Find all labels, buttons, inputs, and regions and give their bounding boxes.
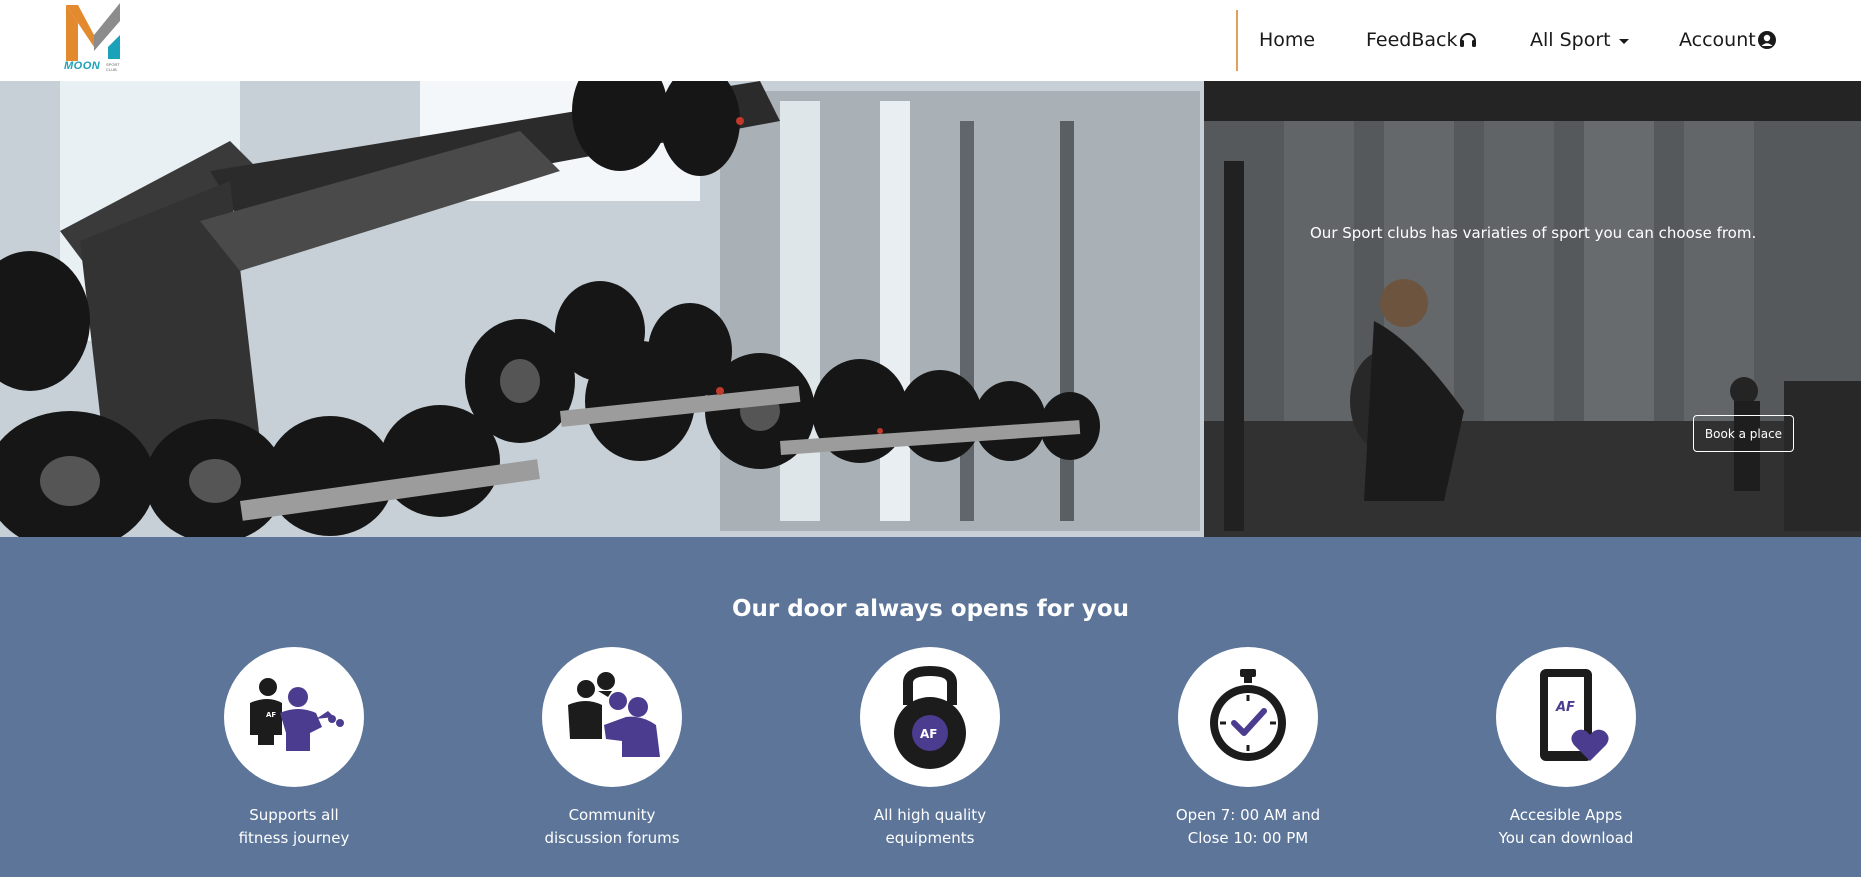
phone-badge-text: AF [1555, 700, 1575, 715]
nav-all-sport-dropdown[interactable]: All Sport [1530, 26, 1629, 54]
hero-caption: Our Sport clubs has variaties of sport y… [1310, 224, 1757, 242]
supporters-icon: AF [224, 647, 364, 787]
logo-wordmark: MOON [64, 60, 101, 72]
stopwatch-icon [1178, 647, 1318, 787]
feature-label: Accesible Apps You can download [1466, 804, 1666, 850]
kettlebell-badge-text: AF [920, 727, 937, 741]
feature-label-line2: discussion forums [544, 829, 680, 847]
feature-label-line1: All high quality [873, 806, 987, 824]
headset-icon [1458, 30, 1478, 50]
feature-label: Community discussion forums [512, 804, 712, 850]
user-circle-icon [1757, 30, 1777, 50]
hero-overlay [1204, 81, 1861, 537]
kettlebell-icon: AF [860, 647, 1000, 787]
book-a-place-button[interactable]: Book a place [1693, 415, 1794, 452]
nav-account-label: Account [1679, 29, 1756, 51]
feature-label-line2: fitness journey [238, 829, 350, 847]
feature-label-line1: Community [568, 806, 656, 824]
hero-dumbbell-image [0, 81, 1204, 537]
hero-gym-image [1204, 81, 1861, 537]
nav-feedback-link[interactable]: FeedBack [1366, 26, 1478, 54]
caret-down-icon [1618, 38, 1629, 44]
feature-label: All high quality equipments [830, 804, 1030, 850]
nav-all-sport-label: All Sport [1530, 29, 1611, 51]
feature-label-line1: Open 7: 00 AM and [1175, 806, 1321, 824]
features-section: Our door always opens for you AF Support… [0, 537, 1861, 877]
nav-home-label: Home [1259, 29, 1316, 51]
svg-text:AF: AF [266, 711, 276, 719]
navbar: MOON SPORT CLUB Home FeedBack All Sport … [0, 0, 1861, 81]
feature-label-line1: Accesible Apps [1509, 806, 1623, 824]
nav-account-link[interactable]: Account [1679, 26, 1777, 54]
nav-home-link[interactable]: Home [1259, 26, 1315, 54]
feature-label: Supports all fitness journey [194, 804, 394, 850]
feature-label: Open 7: 00 AM and Close 10: 00 PM [1148, 804, 1348, 850]
phone-heart-icon: AF [1496, 647, 1636, 787]
nav-feedback-label: FeedBack [1366, 29, 1458, 51]
features-title: Our door always opens for you [731, 596, 1130, 622]
nav-divider [1236, 10, 1238, 71]
community-icon [542, 647, 682, 787]
feature-label-line2: You can download [1498, 829, 1634, 847]
feature-label-line2: Close 10: 00 PM [1187, 829, 1309, 847]
feature-label-line2: equipments [885, 829, 975, 847]
logo-subtext: SPORT CLUB [106, 62, 120, 72]
hero-banner: Our Sport clubs has variaties of sport y… [0, 81, 1861, 537]
feature-label-line1: Supports all [249, 806, 339, 824]
